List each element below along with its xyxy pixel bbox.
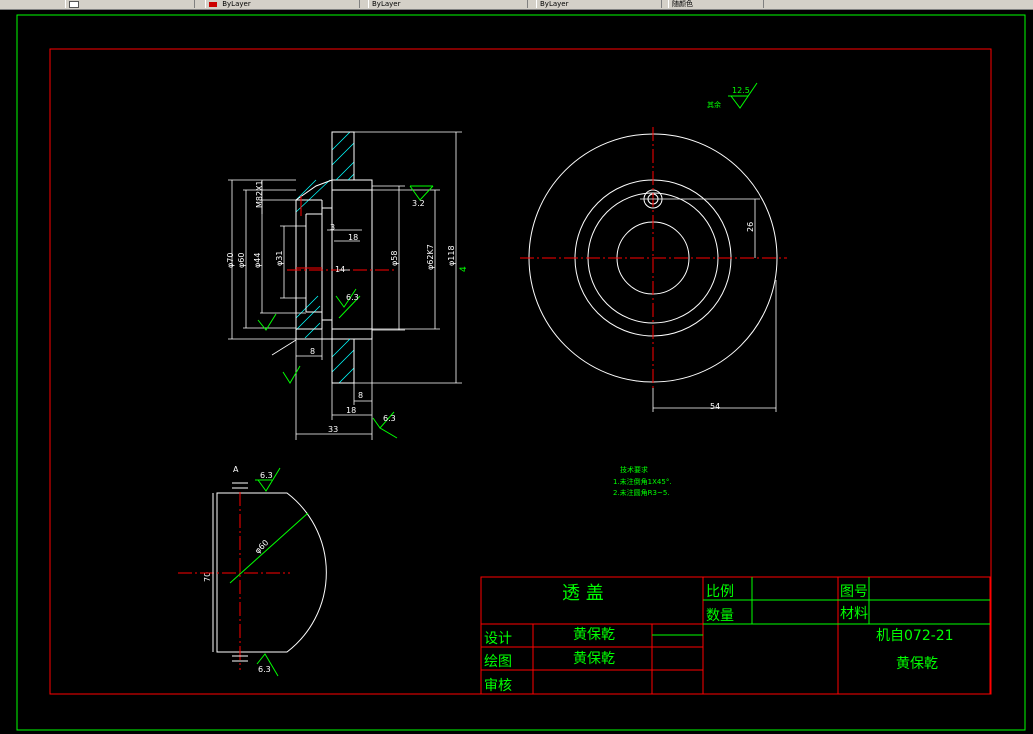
class-code: 机自072-21: [876, 628, 954, 644]
dim-8a: 8: [310, 347, 315, 356]
rough-6-3-c: 6.3: [260, 471, 273, 480]
designer-name: 黄保乾: [573, 626, 615, 643]
dim-14: 14: [335, 265, 345, 274]
part-name: 透 盖: [562, 583, 604, 604]
lineweight-dropdown[interactable]: ByLayer: [536, 0, 662, 8]
quantity-label: 数量: [706, 608, 734, 624]
plotstyle-dropdown[interactable]: 随颜色: [668, 0, 764, 8]
rough-3-2: 3.2: [412, 199, 425, 208]
design-label: 设计: [484, 631, 512, 647]
dim-d62: φ62K7: [426, 244, 435, 270]
dim-right-note: 4: [459, 266, 469, 272]
color-swatch-icon: [209, 1, 217, 7]
dim-26: 26: [746, 222, 755, 232]
dim-8b: 8: [358, 391, 363, 400]
drafting-label: 绘图: [484, 654, 512, 670]
tech-requirements: 技术要求 1.未注倒角1X45°. 2.未注圆角R3~5.: [613, 465, 672, 497]
dim-33: 33: [328, 425, 338, 434]
student-name: 黄保乾: [896, 655, 938, 672]
scale-label: 比例: [706, 584, 734, 600]
linetype-dropdown[interactable]: ByLayer: [368, 0, 528, 8]
tech-req-heading: 技术要求: [620, 465, 648, 474]
dim-d60b: φ60: [253, 538, 270, 555]
rough-6-3-b: 6.3: [383, 414, 396, 423]
dim-18b: 18: [346, 406, 356, 415]
front-view: [520, 127, 787, 412]
dim-d118: φ118: [447, 245, 456, 266]
section-view: 4: [228, 131, 469, 440]
surface-note: 12.5 其余: [707, 82, 758, 109]
dim-3: 3: [330, 223, 335, 232]
surface-note-label: 其余: [707, 100, 721, 109]
dim-d31: φ31: [275, 251, 284, 266]
dim-d70: φ70: [226, 253, 235, 268]
dim-m82: M82X1: [255, 180, 264, 208]
tech-req-line2: 2.未注圆角R3~5.: [613, 488, 670, 497]
section-a-view: [178, 467, 327, 677]
section-outline: [295, 131, 373, 384]
hatch-area: [295, 131, 355, 384]
tech-req-line1: 1.未注倒角1X45°.: [613, 477, 672, 486]
dim-d44: φ44: [253, 253, 262, 268]
rough-6-3-d: 6.3: [258, 665, 271, 674]
title-block: 透 盖 比例 数量 图号 材料 设计 绘图 审核 黄保乾 黄保乾 机自072-2…: [480, 576, 991, 695]
material-label: 材料: [840, 606, 868, 622]
drawing-canvas[interactable]: 4 M82X1 φ70 φ60 φ44 φ31 φ58 φ62K7 φ118 3…: [0, 9, 1033, 734]
dim-labels: M82X1 φ70 φ60 φ44 φ31 φ58 φ62K7 φ118 3 1…: [203, 180, 755, 674]
dim-d60: φ60: [237, 253, 246, 268]
dim-54: 54: [710, 402, 720, 411]
surface-note-value: 12.5: [732, 86, 750, 95]
color-dropdown[interactable]: ByLayer: [205, 0, 360, 8]
layer-dropdown[interactable]: [65, 0, 195, 8]
layer-color-icon: [69, 0, 79, 8]
review-label: 审核: [484, 678, 512, 694]
dim-18a: 18: [348, 233, 358, 242]
outer-sheet-border: [16, 14, 1026, 731]
roughness-symbols: [257, 185, 434, 439]
drawing-no-label: 图号: [840, 584, 868, 600]
bottom-dim-lines: [271, 329, 373, 440]
section-letter-a: A: [233, 465, 239, 474]
dim-d58: φ58: [390, 251, 399, 266]
drafter-name: 黄保乾: [573, 650, 615, 667]
rough-6-3-a: 6.3: [346, 293, 359, 302]
